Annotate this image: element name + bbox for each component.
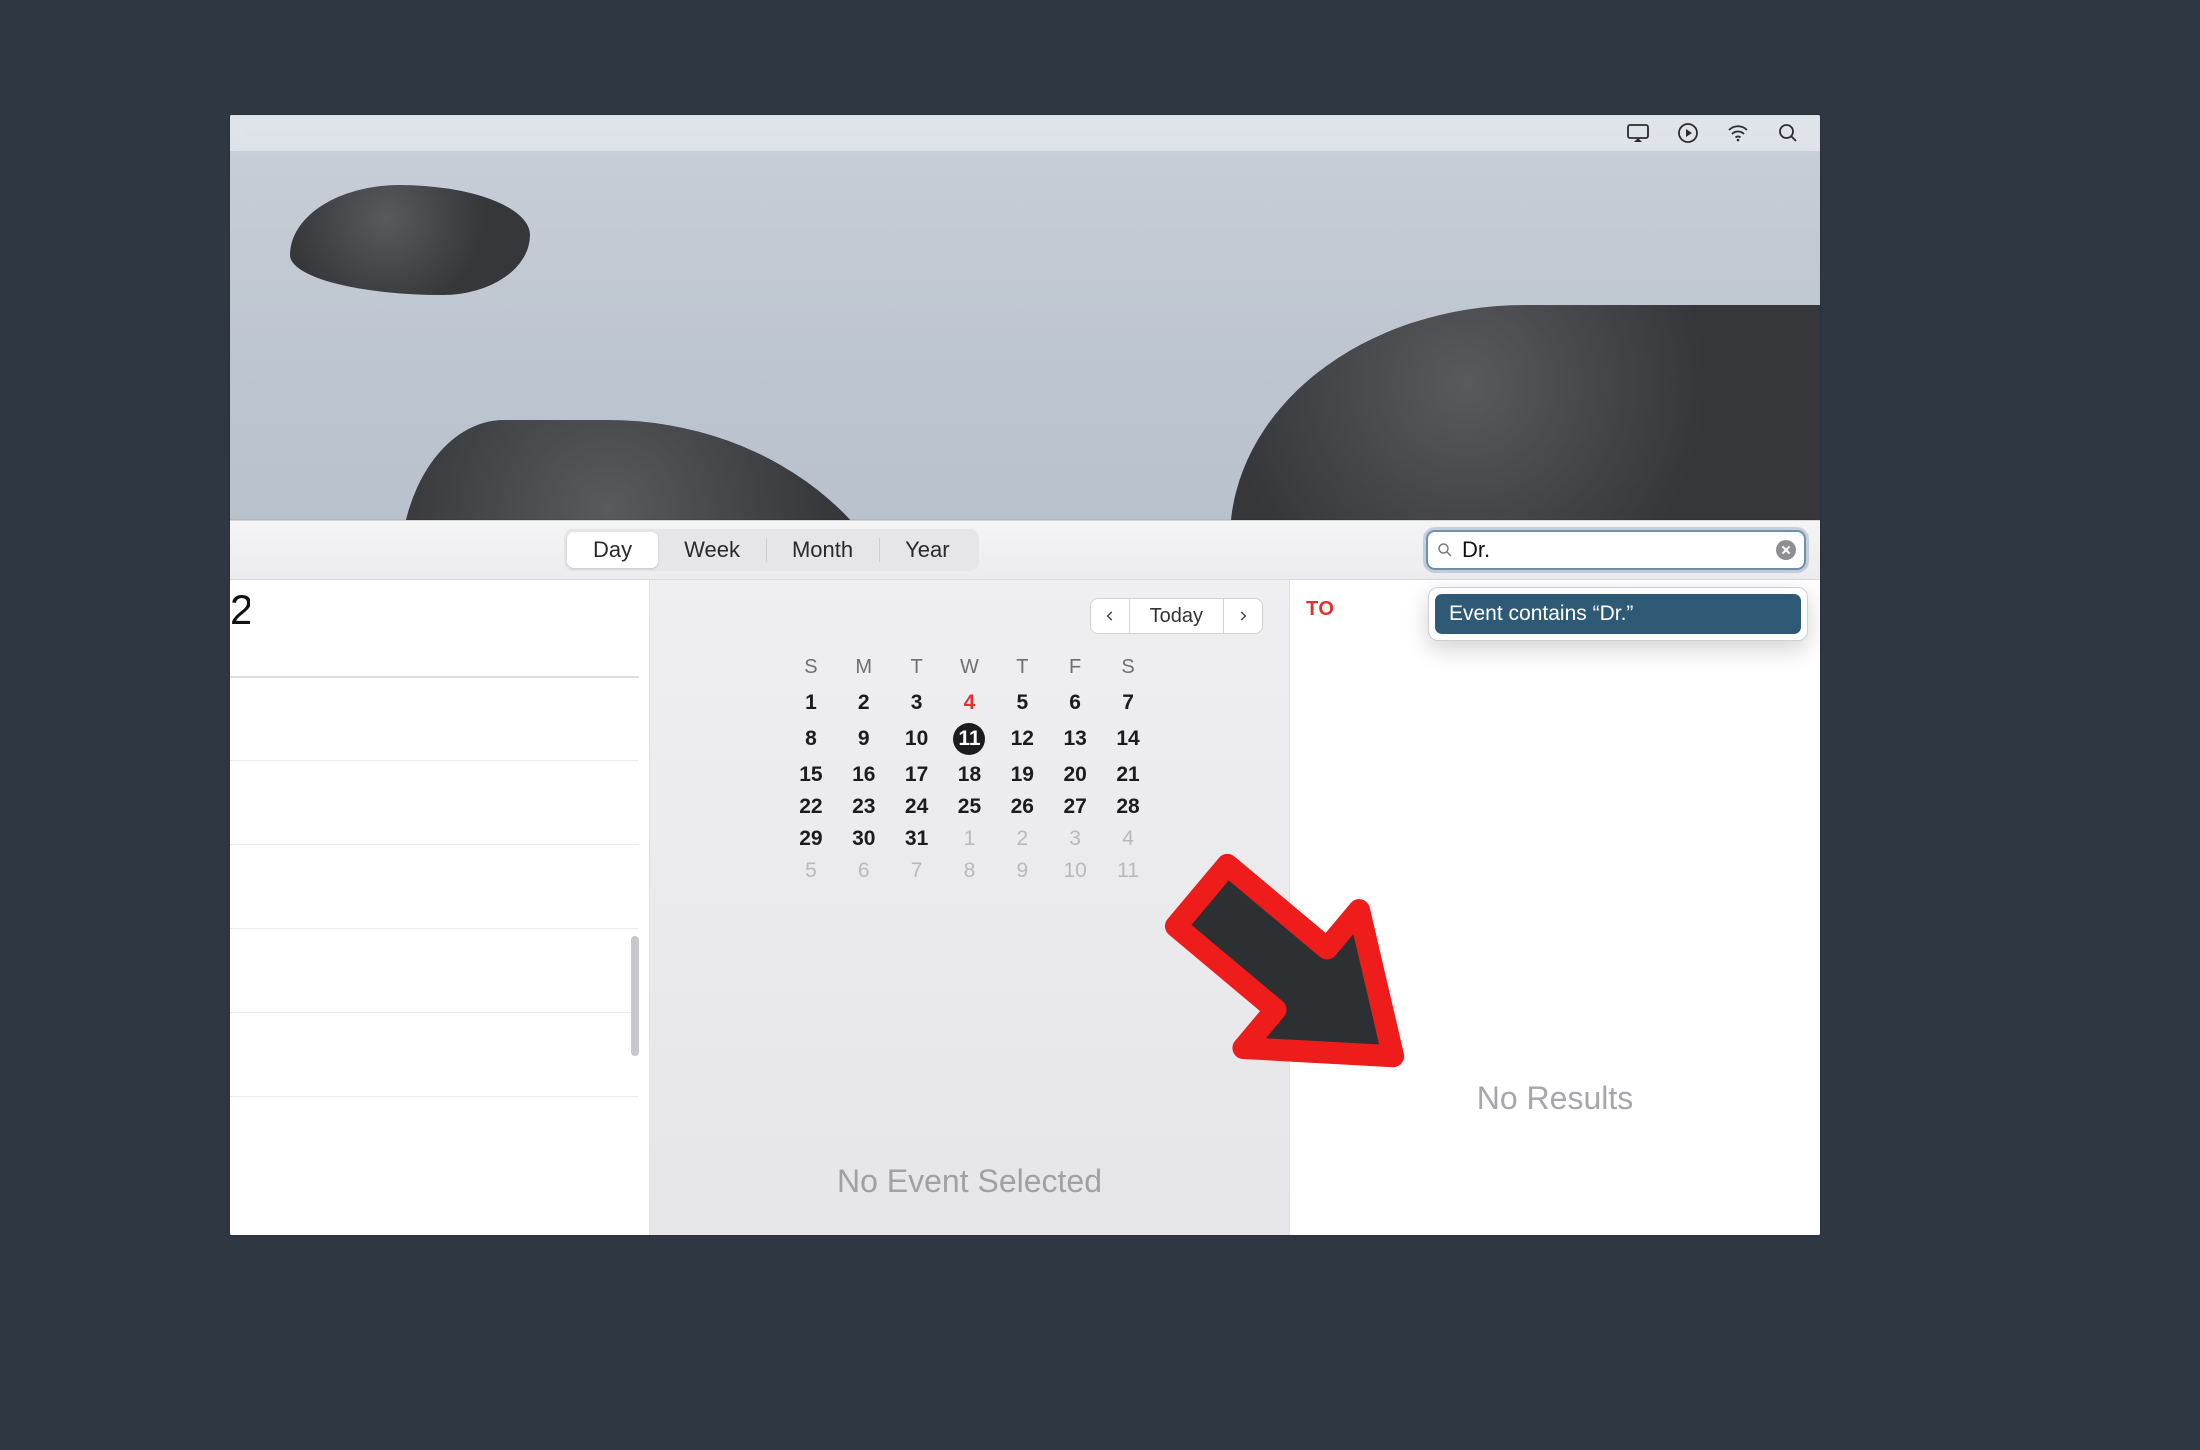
prev-day-button[interactable] <box>1090 598 1130 634</box>
screen-mirroring-icon[interactable] <box>1626 121 1650 145</box>
calendar-day-cell[interactable]: 3 <box>1049 823 1102 855</box>
macos-menubar <box>230 115 1820 151</box>
calendar-day-cell[interactable]: 2 <box>996 823 1049 855</box>
today-heading: TO <box>1306 598 1334 621</box>
calendar-day-cell[interactable]: 7 <box>890 855 943 887</box>
calendar-day-cell[interactable]: 24 <box>890 791 943 823</box>
calendar-day-cell[interactable]: 6 <box>837 855 890 887</box>
calendar-day-cell[interactable]: 16 <box>837 759 890 791</box>
screenshot-frame: Day Week Month Year Event contains “Dr.”… <box>230 115 1820 1235</box>
calendar-day-cell[interactable]: 6 <box>1049 687 1102 719</box>
view-switcher: Day Week Month Year <box>564 529 979 571</box>
calendar-day-cell[interactable]: 29 <box>785 823 838 855</box>
calendar-day-cell[interactable]: 23 <box>837 791 890 823</box>
calendar-day-cell[interactable]: 25 <box>943 791 996 823</box>
calendar-day-cell[interactable]: 1 <box>943 823 996 855</box>
calendar-day-cell[interactable]: 4 <box>1102 823 1155 855</box>
weekday-header: T <box>996 652 1049 687</box>
search-results-pane: TO No Results <box>1290 580 1820 1235</box>
calendar-day-cell[interactable]: 4 <box>943 687 996 719</box>
clear-search-icon[interactable] <box>1776 540 1796 560</box>
weekday-header: W <box>943 652 996 687</box>
calendar-day-cell[interactable]: 7 <box>1102 687 1155 719</box>
calendar-day-cell[interactable]: 8 <box>943 855 996 887</box>
calendar-day-cell[interactable]: 12 <box>996 719 1049 759</box>
calendar-toolbar: Day Week Month Year <box>230 521 1820 580</box>
today-button[interactable]: Today <box>1129 598 1224 634</box>
view-day-tab[interactable]: Day <box>567 532 658 568</box>
calendar-day-cell[interactable]: 28 <box>1102 791 1155 823</box>
calendar-day-cell[interactable]: 11 <box>943 719 996 759</box>
calendar-day-cell[interactable]: 21 <box>1102 759 1155 791</box>
calendar-day-cell[interactable]: 5 <box>996 687 1049 719</box>
calendar-day-cell[interactable]: 1 <box>785 687 838 719</box>
weekday-header: M <box>837 652 890 687</box>
calendar-day-cell[interactable]: 27 <box>1049 791 1102 823</box>
date-nav: Today <box>650 580 1289 644</box>
calendar-day-cell[interactable]: 30 <box>837 823 890 855</box>
next-day-button[interactable] <box>1223 598 1263 634</box>
calendar-day-cell[interactable]: 17 <box>890 759 943 791</box>
view-week-tab[interactable]: Week <box>658 532 766 568</box>
no-event-selected-label: No Event Selected <box>650 1163 1289 1235</box>
hour-lines[interactable] <box>230 676 639 1235</box>
wifi-icon[interactable] <box>1726 121 1750 145</box>
weekday-header: T <box>890 652 943 687</box>
calendar-day-cell[interactable]: 15 <box>785 759 838 791</box>
calendar-day-cell[interactable]: 18 <box>943 759 996 791</box>
weekday-header: F <box>1049 652 1102 687</box>
calendar-body: 2 Today SMTWTF <box>230 580 1820 1235</box>
calendar-day-cell[interactable]: 10 <box>1049 855 1102 887</box>
spotlight-search-icon[interactable] <box>1776 121 1800 145</box>
calendar-day-cell[interactable]: 13 <box>1049 719 1102 759</box>
view-month-tab[interactable]: Month <box>766 532 879 568</box>
weekday-header: S <box>785 652 838 687</box>
calendar-day-cell[interactable]: 10 <box>890 719 943 759</box>
calendar-day-cell[interactable]: 9 <box>996 855 1049 887</box>
calendar-day-cell[interactable]: 2 <box>837 687 890 719</box>
calendar-day-cell[interactable]: 22 <box>785 791 838 823</box>
calendar-search-input[interactable] <box>1462 537 1768 563</box>
play-circle-icon[interactable] <box>1676 121 1700 145</box>
calendar-day-cell[interactable]: 20 <box>1049 759 1102 791</box>
day-timeline-pane: 2 <box>230 580 650 1235</box>
calendar-day-cell[interactable]: 5 <box>785 855 838 887</box>
calendar-day-cell[interactable]: 9 <box>837 719 890 759</box>
search-suggestion-item[interactable]: Event contains “Dr.” <box>1435 594 1801 634</box>
year-number-fragment: 2 <box>230 586 250 634</box>
wallpaper-rock <box>290 185 530 295</box>
calendar-day-cell[interactable]: 19 <box>996 759 1049 791</box>
calendar-day-cell[interactable]: 26 <box>996 791 1049 823</box>
search-suggestions-dropdown: Event contains “Dr.” <box>1428 587 1808 641</box>
calendar-search-field[interactable] <box>1426 530 1806 570</box>
search-icon <box>1436 541 1454 559</box>
calendar-day-cell[interactable]: 14 <box>1102 719 1155 759</box>
calendar-day-cell[interactable]: 3 <box>890 687 943 719</box>
calendar-day-cell[interactable]: 31 <box>890 823 943 855</box>
view-year-tab[interactable]: Year <box>879 532 975 568</box>
mini-month-calendar: SMTWTFS 12345678910111213141516171819202… <box>785 652 1155 887</box>
calendar-day-cell[interactable]: 8 <box>785 719 838 759</box>
calendar-window: Day Week Month Year Event contains “Dr.”… <box>230 520 1820 1235</box>
event-inspector-pane: Today SMTWTFS 12345678910111213141516171… <box>650 580 1290 1235</box>
no-results-label: No Results <box>1477 1080 1634 1117</box>
weekday-header: S <box>1102 652 1155 687</box>
calendar-day-cell[interactable]: 11 <box>1102 855 1155 887</box>
